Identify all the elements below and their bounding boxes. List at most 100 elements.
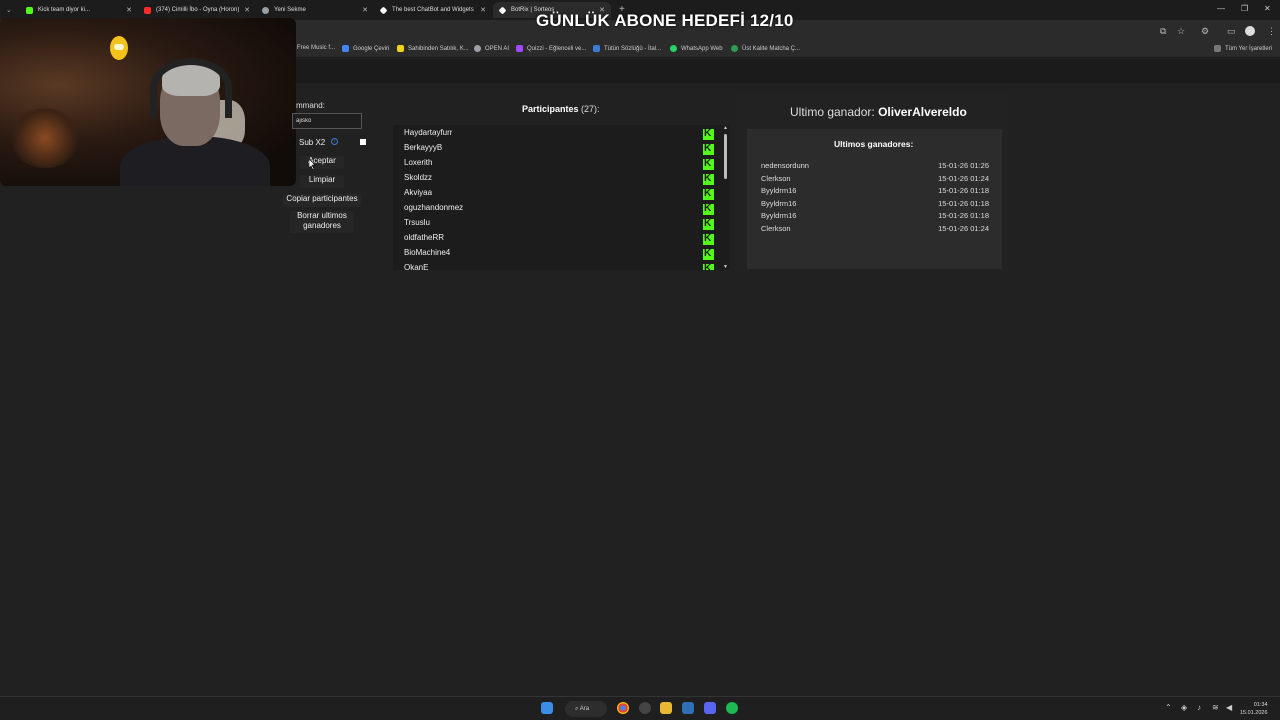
bookmark-google-ceviri[interactable]: Google Çeviri xyxy=(342,45,389,52)
clear-button[interactable]: Limpiar xyxy=(300,175,344,188)
recent-winners-title: Ultimos ganadores: xyxy=(834,139,914,149)
file-explorer-icon[interactable] xyxy=(660,702,672,714)
store-icon[interactable] xyxy=(682,702,694,714)
sub-x2-label: Sub X2 xyxy=(299,138,326,147)
participant-name: oguzhandonmez xyxy=(404,203,464,212)
kick-platform-icon xyxy=(703,173,714,185)
microphone-icon[interactable]: ♪ xyxy=(1197,703,1201,712)
participant-name: OkanE xyxy=(404,263,429,270)
bookmark-label: Tütün Sözlüğü - İtal... xyxy=(604,45,662,52)
bookmark-tutun-sozlugu[interactable]: Tütün Sözlüğü - İtal... xyxy=(593,45,661,52)
participant-name: Akviyaa xyxy=(404,188,433,197)
taskbar-clock[interactable]: 01:34 15.01.2026 xyxy=(1240,701,1268,717)
winner-name: Byyldrm16 xyxy=(761,211,797,220)
close-icon[interactable]: ✕ xyxy=(362,6,368,14)
quizzi-icon xyxy=(516,45,523,52)
participant-row: Trsuslu xyxy=(404,218,714,233)
accept-button[interactable]: Aceptar xyxy=(300,156,344,169)
tab-label: Kick team diyor ki... xyxy=(38,7,91,13)
kick-platform-icon xyxy=(703,218,714,230)
bookmark-label: Quizzi - Eğlenceli ve... xyxy=(527,45,587,52)
participants-list[interactable]: Haydartayfurr BerkayyyB Loxerith Skoldzz Akv… xyxy=(393,125,730,270)
tray-app-icon[interactable]: ◈ xyxy=(1181,703,1187,712)
bookmark-label: Google Çeviri xyxy=(353,45,390,52)
menu-icon[interactable]: ⋮ xyxy=(1267,26,1276,37)
emoji-sticker-icon xyxy=(110,36,128,60)
windows-start-icon[interactable] xyxy=(541,702,553,714)
bookmark-sahibinden[interactable]: Sahibinden Satılık, K... xyxy=(397,45,469,52)
chrome-icon[interactable] xyxy=(617,702,629,714)
close-icon[interactable]: ✕ xyxy=(480,6,486,14)
matcha-icon xyxy=(731,45,738,52)
kick-platform-icon xyxy=(703,188,714,200)
tab-label: The best ChatBot and Widgets xyxy=(392,7,474,13)
scroll-up-icon[interactable]: ▲ xyxy=(723,125,728,131)
bookmark-label: Sahibinden Satılık, K... xyxy=(408,45,469,52)
wifi-icon[interactable]: ≋ xyxy=(1212,703,1219,712)
extensions-icon[interactable]: ⚙ xyxy=(1201,26,1209,37)
participant-row: Skoldzz xyxy=(404,173,714,188)
obs-icon[interactable] xyxy=(639,702,651,714)
participant-name: Loxerith xyxy=(404,158,433,167)
window-close-icon[interactable]: ✕ xyxy=(1264,4,1271,13)
minimize-icon[interactable]: — xyxy=(1217,4,1225,13)
winner-name: nedensordunn xyxy=(761,161,809,170)
taskbar-search-label: Ara xyxy=(579,706,590,712)
taskbar-search[interactable]: ⌕ Ara xyxy=(565,701,607,717)
winner-name: Byyldrm16 xyxy=(761,186,797,195)
participant-name: BioMachine4 xyxy=(404,248,451,257)
participant-row: BerkayyyB xyxy=(404,143,714,158)
tab-new[interactable]: Yeni Sekme ✕ xyxy=(256,2,374,18)
sidebar-icon[interactable]: ▭ xyxy=(1227,26,1236,37)
bookmark-matcha[interactable]: Üst Kalite Matcha Ç... xyxy=(731,45,800,52)
command-input[interactable] xyxy=(292,113,362,129)
tab-youtube[interactable]: (374) Cimilli İbo - Oyna (Horon) ✕ xyxy=(138,2,256,18)
winner-row: Byyldrm16 15-01-26 01:18 xyxy=(761,211,989,220)
translate-icon[interactable]: ⧉ xyxy=(1160,26,1166,37)
volume-icon[interactable]: ◀ xyxy=(1226,703,1232,712)
participants-scrollbar[interactable]: ▲ ▼ xyxy=(722,125,730,270)
bookmark-free-music[interactable]: Free Music f... xyxy=(297,45,335,51)
youtube-favicon-icon xyxy=(144,6,151,14)
kick-platform-icon xyxy=(703,128,714,140)
delete-winners-button[interactable]: Borrar ultimos ganadores xyxy=(290,211,354,233)
tab-chatbot[interactable]: The best ChatBot and Widgets ✕ xyxy=(374,2,492,18)
spotify-icon[interactable] xyxy=(726,702,738,714)
bookmark-whatsapp[interactable]: WhatsApp Web xyxy=(670,45,723,52)
bookmark-label: Free Music f... xyxy=(297,45,336,51)
sahibinden-icon xyxy=(397,45,404,52)
all-bookmarks[interactable]: Tüm Yer İşaretleri xyxy=(1214,45,1272,52)
participant-name: BerkayyyB xyxy=(404,143,443,152)
google-translate-icon xyxy=(342,45,349,52)
copy-participants-button[interactable]: Copiar participantes xyxy=(283,194,361,207)
scroll-down-icon[interactable]: ▼ xyxy=(723,264,728,270)
sub-x2-checkbox[interactable] xyxy=(360,139,366,145)
winner-row: Byyldrm16 15-01-26 01:18 xyxy=(761,199,989,208)
stream-goal-title: GÜNLÜK ABONE HEDEFİ 12/10 xyxy=(536,11,794,30)
star-icon[interactable]: ☆ xyxy=(1177,26,1185,37)
botrix-favicon-icon xyxy=(379,6,388,14)
tab-label: Yeni Sekme xyxy=(274,7,306,13)
info-icon[interactable]: i xyxy=(331,138,338,145)
profile-avatar[interactable] xyxy=(1245,26,1255,36)
folder-icon xyxy=(1214,45,1221,52)
winner-date: 15-01-26 01:18 xyxy=(938,198,989,208)
winner-name: Clerkson xyxy=(761,223,791,233)
winner-row: Clerkson 15-01-26 01:24 xyxy=(761,224,989,233)
participant-row: oldfatheRR xyxy=(404,233,714,248)
maximize-icon[interactable]: ❐ xyxy=(1241,4,1248,13)
discord-icon[interactable] xyxy=(704,702,716,714)
tab-kick[interactable]: Kick team diyor ki... ✕ xyxy=(20,2,138,18)
kick-platform-icon xyxy=(703,233,714,245)
winner-row: nedensordunn 15-01-26 01:26 xyxy=(761,161,989,170)
close-icon[interactable]: ✕ xyxy=(244,6,250,14)
bookmark-open-ai[interactable]: OPEN AI xyxy=(474,45,509,52)
close-icon[interactable]: ✕ xyxy=(126,6,132,14)
kick-platform-icon xyxy=(703,158,714,170)
participants-title-text: Participantes xyxy=(522,104,579,114)
scroll-thumb[interactable] xyxy=(724,134,727,179)
bookmark-quizzi[interactable]: Quizzi - Eğlenceli ve... xyxy=(516,45,586,52)
tray-chevron-icon[interactable]: ⌃ xyxy=(1165,703,1172,712)
tab-search-icon[interactable]: ⌄ xyxy=(6,6,12,14)
participant-name: Skoldzz xyxy=(404,173,433,182)
